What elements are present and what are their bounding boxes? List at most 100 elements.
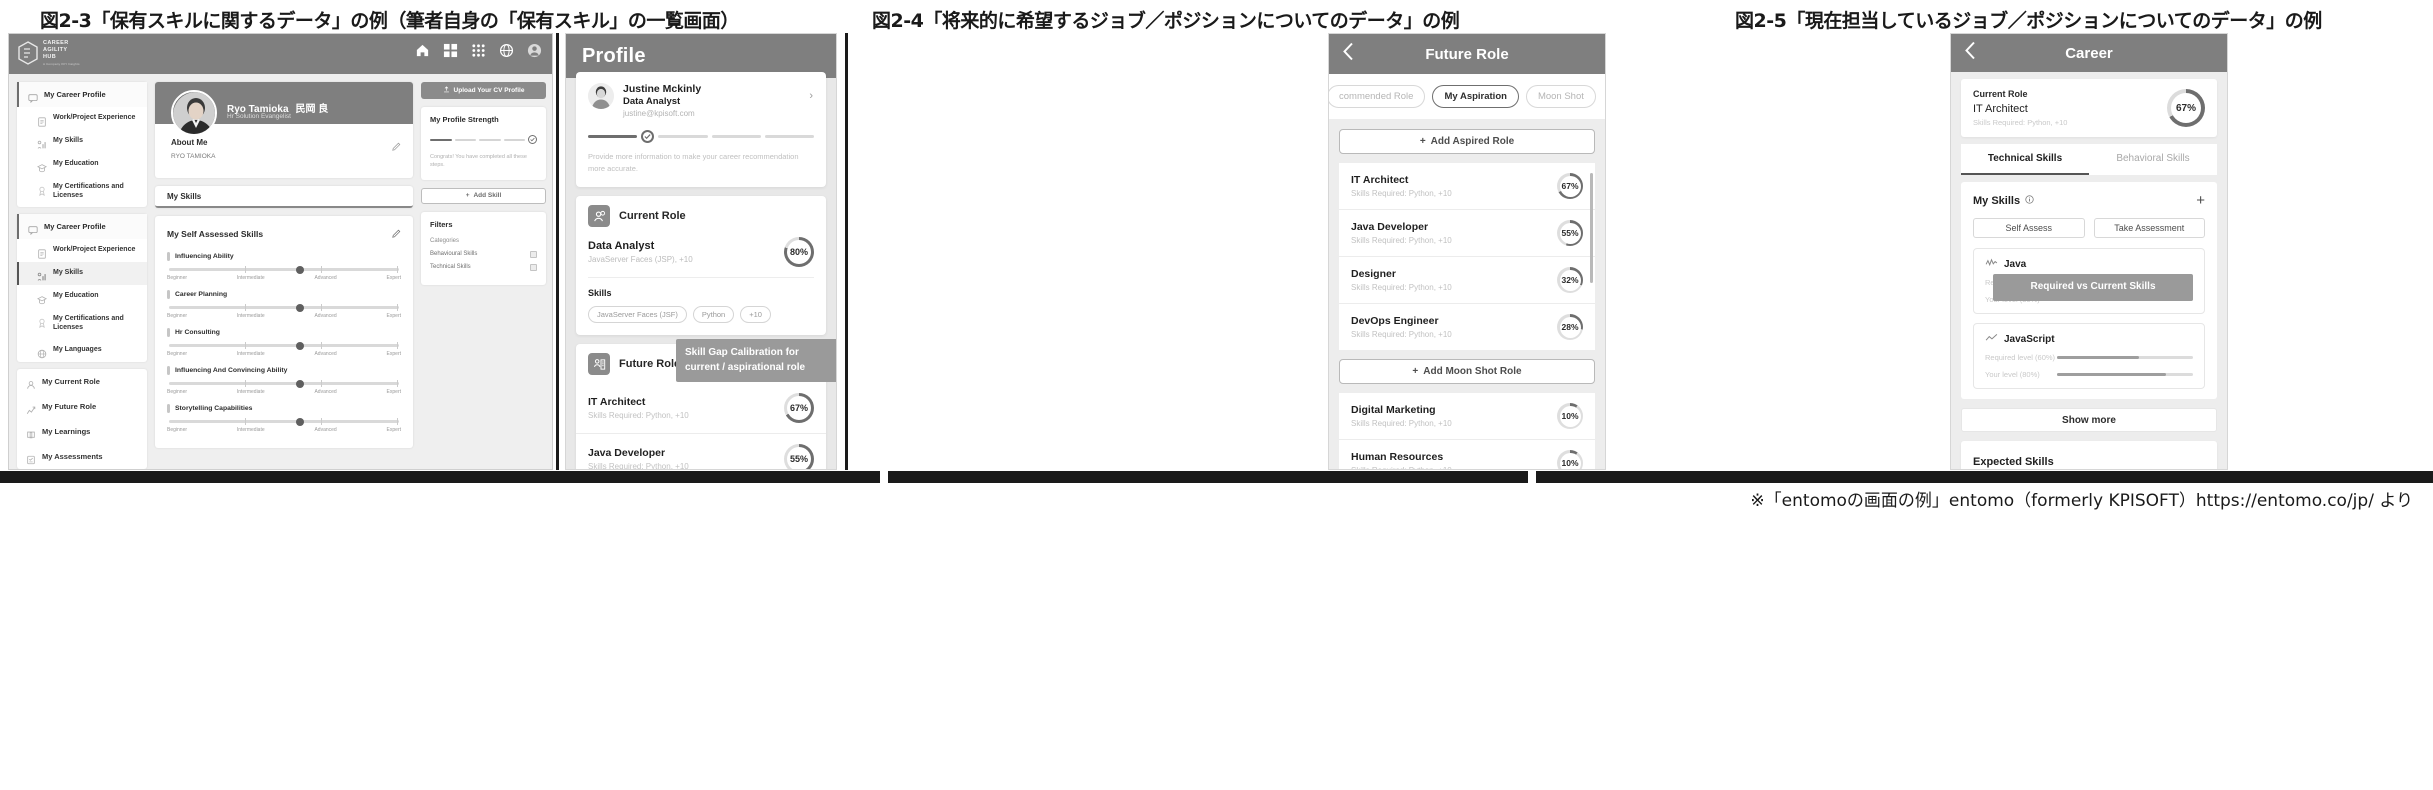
sidebar-item-my-skills-2[interactable]: My Skills <box>17 261 147 285</box>
show-more-button[interactable]: Show more <box>1961 408 2217 432</box>
logo-line-2: AGILITY <box>43 46 68 53</box>
filter-row-behavioural[interactable]: Behavioural Skills <box>430 250 537 258</box>
add-moon-shot-role-button[interactable]: + Add Moon Shot Role <box>1339 359 1595 384</box>
skill-slider-track[interactable] <box>169 417 399 426</box>
scale-expert: Expert <box>386 313 401 319</box>
skill-card-javascript[interactable]: JavaScript Required level (60%) Your lev… <box>1973 323 2205 389</box>
nav-header-my-career-profile-1[interactable]: My Career Profile <box>17 82 147 107</box>
upload-cv-button[interactable]: Upload Your CV Profile <box>421 82 546 99</box>
role-match-percent: 10% <box>1559 452 1581 469</box>
skill-chip[interactable]: +10 <box>740 306 771 323</box>
slider-knob[interactable] <box>295 341 304 350</box>
segment-my-aspiration[interactable]: My Aspiration <box>1432 85 1519 108</box>
apps-icon[interactable] <box>471 43 486 58</box>
skill-slider-track[interactable] <box>169 379 399 388</box>
chevron-left-icon[interactable] <box>1964 41 1977 65</box>
aspired-role-row[interactable]: Designer Skills Required: Python, +10 32… <box>1339 257 1595 304</box>
sidebar-item-my-assessments[interactable]: My Assessments <box>17 444 147 469</box>
home-icon[interactable] <box>415 43 430 58</box>
list-scrollbar[interactable] <box>1590 173 1593 283</box>
chevron-left-icon[interactable] <box>1342 42 1355 66</box>
required-vs-current-tooltip: Required vs Current Skills <box>1993 274 2193 301</box>
current-role-match-percent: 67% <box>2171 93 2201 123</box>
slider-knob[interactable] <box>295 303 304 312</box>
add-skill-button[interactable]: + Add Skill <box>421 187 546 204</box>
future-role-header-bar: Future Role <box>1329 34 1605 74</box>
skill-chip[interactable]: JavaServer Faces (JSF) <box>588 306 687 323</box>
sidebar-item-my-languages[interactable]: My Languages <box>17 339 147 362</box>
info-icon[interactable] <box>2025 194 2034 207</box>
role-match-ring: 10% <box>1557 450 1583 469</box>
sidebar-item-my-education-1[interactable]: My Education <box>17 153 147 176</box>
expected-skills-card[interactable]: Expected Skills <box>1961 441 2217 469</box>
nav-header-my-career-profile-2[interactable]: My Career Profile <box>17 213 147 239</box>
role-text: Human Resources Skills Required: Python,… <box>1351 451 1452 469</box>
sidebar-item-label: My Current Role <box>42 376 100 386</box>
moonshot-role-row[interactable]: Human Resources Skills Required: Python,… <box>1339 440 1595 469</box>
future-role-row[interactable]: Java Developer Skills Required: Python, … <box>576 434 826 469</box>
segment-moon-shot[interactable]: Moon Shot <box>1525 85 1596 108</box>
sidebar-item-my-current-role[interactable]: My Current Role <box>17 369 147 394</box>
self-assess-button[interactable]: Self Assess <box>1973 218 2085 238</box>
filter-row-technical[interactable]: Technical Skills <box>430 263 537 271</box>
footer-bar-left <box>0 471 880 483</box>
pencil-icon[interactable] <box>392 225 401 243</box>
aspired-role-row[interactable]: DevOps Engineer Skills Required: Python,… <box>1339 304 1595 350</box>
plus-icon[interactable]: + <box>2196 192 2205 209</box>
tab-my-skills[interactable]: My Skills <box>155 186 413 208</box>
screenshot-panel-future-role-mobile: Future Role commended Role My Aspiration… <box>1328 33 1606 470</box>
sidebar-item-work-project-experience-2[interactable]: Work/Project Experience <box>17 239 147 262</box>
sidebar-item-my-certifications-2[interactable]: My Certifications and Licenses <box>17 308 147 339</box>
sidebar-item-my-skills-1[interactable]: My Skills <box>17 130 147 153</box>
current-role-label: Current Role <box>1973 89 2028 99</box>
skill-slider-track[interactable] <box>169 341 399 350</box>
user-summary-card[interactable]: Justine Mckinly Data Analyst justine@kpi… <box>576 72 826 187</box>
chat-icon <box>28 90 38 104</box>
sidebar-item-my-learnings[interactable]: My Learnings <box>17 419 147 444</box>
sidebar-item-work-project-experience-1[interactable]: Work/Project Experience <box>17 107 147 130</box>
role-skills: Skills Required: Python, +10 <box>1351 189 1452 198</box>
app-logo[interactable]: CAREER AGILITY HUB A Company KPI Insight… <box>17 40 80 66</box>
chevron-right-icon[interactable]: › <box>809 90 813 102</box>
nav-group-flat: My Current Role My Future Role My Learni… <box>17 368 147 469</box>
checkbox[interactable] <box>530 263 537 271</box>
pencil-icon[interactable] <box>392 138 401 151</box>
current-role-card: Current Role Data Analyst JavaServer Fac… <box>576 196 826 335</box>
skill-slider-track[interactable] <box>169 303 399 312</box>
screenshot-panel-career-mobile: Career Current Role IT Architect Skills … <box>1950 33 2228 470</box>
sidebar-item-my-certifications-1[interactable]: My Certifications and Licenses <box>17 176 147 207</box>
grid-icon[interactable] <box>443 43 458 58</box>
current-role-match-ring: 67% <box>2167 89 2205 127</box>
skill-name-row: Influencing Ability <box>167 252 401 261</box>
aspired-role-row[interactable]: IT Architect Skills Required: Python, +1… <box>1339 163 1595 210</box>
slider-knob[interactable] <box>295 417 304 426</box>
current-role-text: Current Role IT Architect Skills Require… <box>1973 89 2067 127</box>
graduation-icon <box>36 292 48 305</box>
future-role-row[interactable]: IT Architect Skills Required: Python, +1… <box>576 383 826 434</box>
about-me-title: About Me <box>171 138 208 147</box>
moonshot-role-row[interactable]: Digital Marketing Skills Required: Pytho… <box>1339 393 1595 440</box>
graduation-icon <box>36 160 48 173</box>
take-assessment-button[interactable]: Take Assessment <box>2093 218 2205 238</box>
slider-knob[interactable] <box>295 265 304 274</box>
expected-skills-title: Expected Skills <box>1973 456 2054 468</box>
aspired-role-row[interactable]: Java Developer Skills Required: Python, … <box>1339 210 1595 257</box>
avatar[interactable] <box>171 90 217 136</box>
tab-technical-skills[interactable]: Technical Skills <box>1961 144 2089 175</box>
sidebar-item-my-education-2[interactable]: My Education <box>17 285 147 308</box>
sidebar-item-my-future-role[interactable]: My Future Role <box>17 394 147 419</box>
checkbox[interactable] <box>530 250 537 258</box>
user-avatar-icon[interactable] <box>527 43 542 58</box>
slider-knob[interactable] <box>295 379 304 388</box>
user-avatar[interactable] <box>588 83 614 109</box>
segment-recommended-role[interactable]: commended Role <box>1329 85 1426 108</box>
skills-block: Skills JavaServer Faces (JSF) Python +10 <box>576 277 826 323</box>
profile-progress-note: Provide more information to make your ca… <box>588 152 799 173</box>
person-search-icon <box>588 205 610 227</box>
skill-chip[interactable]: Python <box>692 306 735 323</box>
globe-icon[interactable] <box>499 43 514 58</box>
add-aspired-role-button[interactable]: + Add Aspired Role <box>1339 129 1595 154</box>
skill-slider-track[interactable] <box>169 265 399 274</box>
profile-strength-steps <box>430 135 537 144</box>
tab-behavioral-skills[interactable]: Behavioral Skills <box>2089 144 2217 175</box>
